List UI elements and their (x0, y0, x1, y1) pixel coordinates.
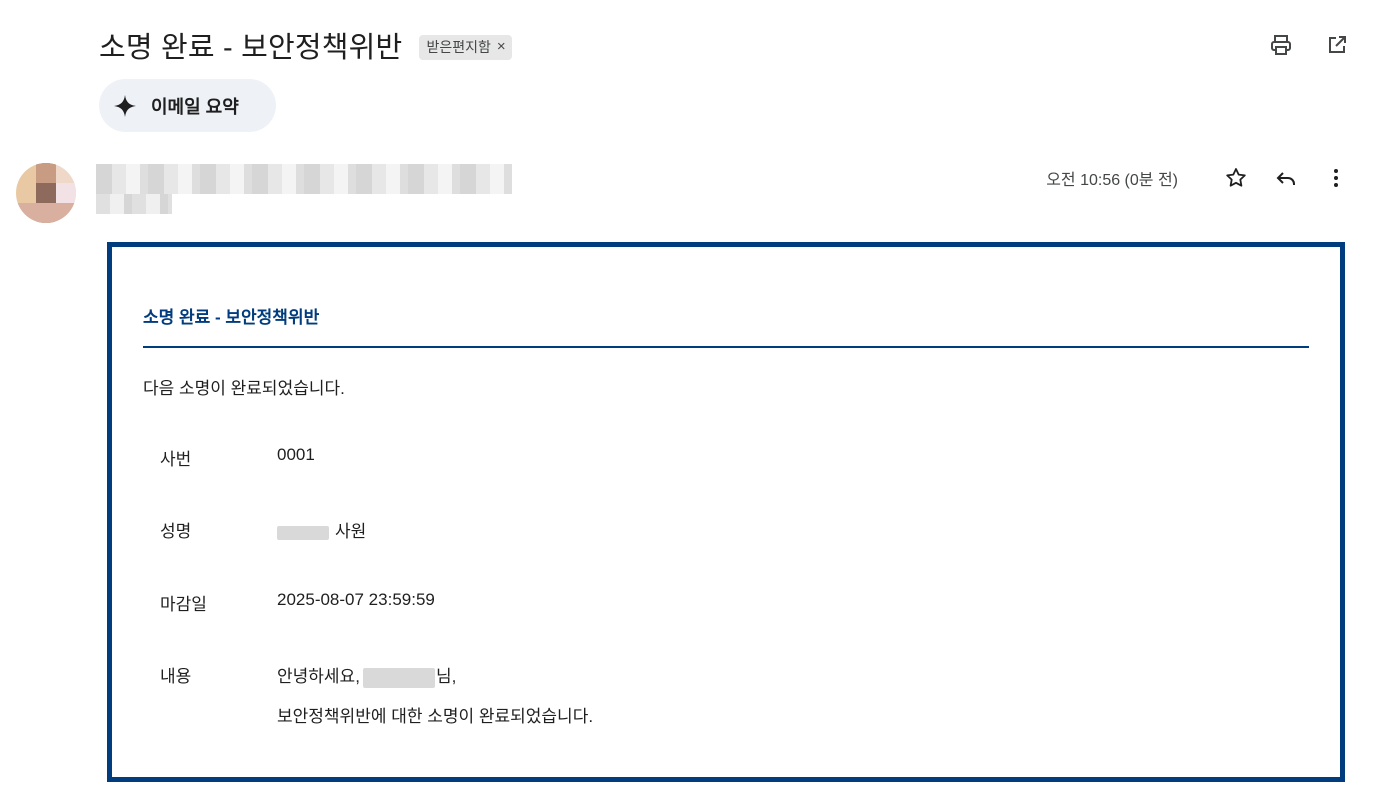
mail-body-frame: 소명 완료 - 보안정책위반 다음 소명이 완료되었습니다. 사번 0001 성… (107, 242, 1345, 782)
greeting-text: 안녕하세요, (277, 667, 360, 686)
mail-intro: 다음 소명이 완료되었습니다. (143, 379, 345, 398)
print-button[interactable] (1268, 32, 1294, 58)
sender-avatar[interactable] (16, 163, 76, 223)
sender-name-redacted (96, 164, 512, 194)
field-key: 사번 (160, 450, 192, 469)
open-in-new-icon (1329, 36, 1346, 53)
field-value: 사원 (335, 522, 367, 541)
reply-icon (1276, 172, 1295, 185)
field-value-greeting: 안녕하세요, 님, (277, 662, 456, 688)
name-redacted (277, 525, 329, 540)
open-new-window-button[interactable] (1324, 32, 1350, 58)
more-vert-icon (1334, 169, 1338, 187)
summarize-email-button[interactable]: 이메일 요약 (99, 79, 276, 132)
greeting-suffix: 님, (435, 667, 457, 686)
subject-row: 소명 완료 - 보안정책위반 받은편지함 × (99, 24, 512, 66)
reply-button[interactable] (1272, 164, 1300, 192)
message-meta: 오전 10:56 (0분 전) (1046, 164, 1350, 192)
content-line-2: 보안정책위반에 대한 소명이 완료되었습니다. (277, 707, 594, 726)
star-icon (1226, 168, 1246, 187)
label-text: 받은편지함 (426, 38, 491, 55)
field-value-name: 사원 (277, 517, 366, 542)
recipient-name-redacted (362, 667, 435, 688)
field-key: 마감일 (160, 595, 207, 614)
mail-title: 소명 완료 - 보안정책위반 (143, 308, 320, 327)
field-key: 내용 (160, 667, 192, 686)
more-options-button[interactable] (1322, 164, 1350, 192)
inbox-label-chip[interactable]: 받은편지함 × (419, 34, 512, 60)
summarize-label: 이메일 요약 (151, 96, 239, 117)
field-value: 2025-08-07 23:59:59 (277, 590, 435, 609)
field-key: 성명 (160, 522, 192, 541)
star-button[interactable] (1222, 164, 1250, 192)
remove-label-button[interactable]: × (497, 39, 506, 54)
title-divider (143, 346, 1309, 348)
email-subject: 소명 완료 - 보안정책위반 (99, 32, 403, 64)
recipient-redacted (96, 194, 172, 214)
sparkle-icon (114, 94, 136, 117)
field-value: 0001 (277, 445, 315, 464)
print-icon (1271, 35, 1291, 55)
message-time: 오전 10:56 (0분 전) (1046, 172, 1178, 189)
top-toolbar (1268, 32, 1350, 58)
